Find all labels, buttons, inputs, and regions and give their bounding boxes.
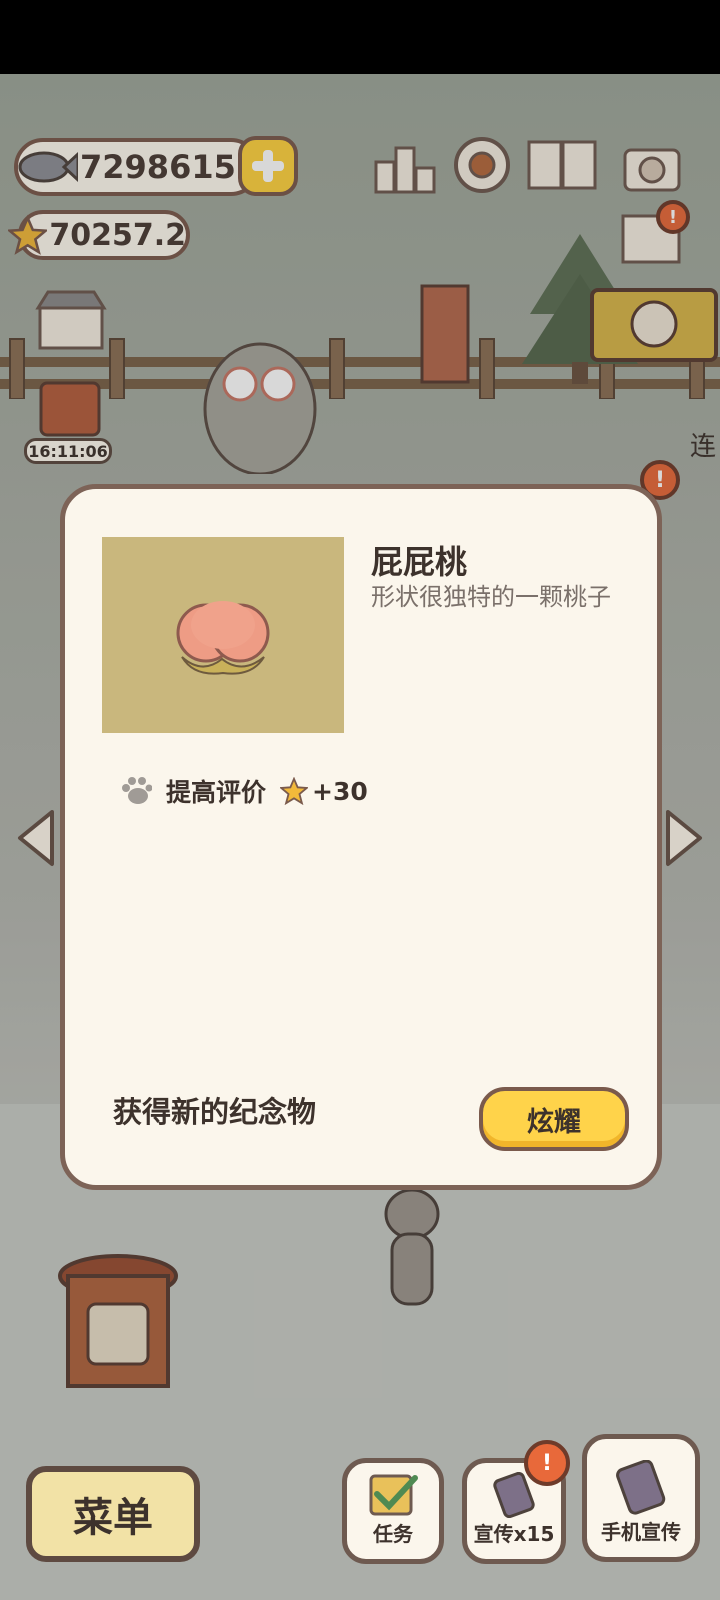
prev-arrow-icon[interactable] <box>14 808 56 868</box>
menu-label: 菜单 <box>73 1495 153 1541</box>
promo-alert-badge: ! <box>524 1440 570 1486</box>
show-off-label: 炫耀 <box>527 1106 581 1138</box>
promo-label: 宣传x15 <box>473 1522 555 1546</box>
item-description: 形状很独特的一颗桃子 <box>371 583 611 611</box>
item-thumbnail <box>102 537 344 733</box>
next-arrow-icon[interactable] <box>664 808 706 868</box>
checklist-icon <box>369 1474 418 1516</box>
show-off-button[interactable]: 炫耀 <box>479 1087 629 1151</box>
obtain-message: 获得新的纪念物 <box>113 1095 317 1129</box>
bonus-row: 提高评价 +30 <box>120 771 368 811</box>
tasks-label: 任务 <box>373 1522 413 1546</box>
paw-icon <box>122 777 152 804</box>
phone-promo-button[interactable]: 手机宣传 <box>582 1434 700 1562</box>
status-bar <box>0 0 720 74</box>
phone-icon <box>616 1460 666 1515</box>
bonus-value: +30 <box>312 776 368 806</box>
souvenir-dialog: 屁屁桃 形状很独特的一颗桃子 提高评价 +30 获得新的纪念物 炫耀 <box>60 484 662 1190</box>
tasks-button[interactable]: 任务 <box>342 1458 444 1564</box>
item-name: 屁屁桃 <box>371 543 468 581</box>
menu-button[interactable]: 菜单 <box>26 1466 200 1562</box>
star-icon <box>280 777 309 805</box>
peach-icon <box>176 601 270 675</box>
bonus-label: 提高评价 <box>166 778 267 807</box>
phone-promo-label: 手机宣传 <box>601 1520 681 1544</box>
